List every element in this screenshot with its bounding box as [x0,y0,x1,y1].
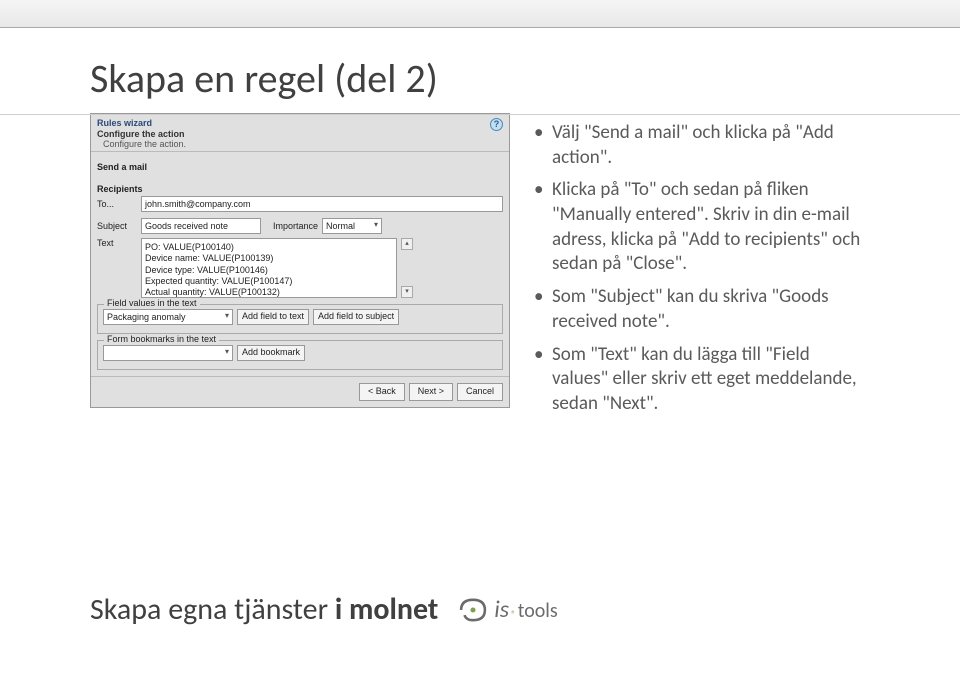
logo-mark-icon [456,596,490,624]
recipients-label: Recipients [97,184,503,194]
cancel-button[interactable]: Cancel [457,383,503,401]
help-icon[interactable]: ? [490,118,503,131]
subject-label: Subject [97,221,137,231]
bookmark-select[interactable] [103,345,233,361]
page-title: Skapa en regel (del 2) [90,54,870,103]
to-input[interactable]: john.smith@company.com [141,196,503,212]
back-button[interactable]: < Back [359,383,405,401]
list-item: Välj "Send a mail" och klicka på "Add ac… [534,121,870,170]
instruction-list: Välj "Send a mail" och klicka på "Add ac… [534,113,870,425]
form-bookmarks-legend: Form bookmarks in the text [104,334,219,344]
scroll-down-icon[interactable]: ▾ [401,286,413,298]
to-label[interactable]: To... [97,199,137,209]
importance-label: Importance [273,221,318,231]
field-value-select[interactable]: Packaging anomaly [103,309,233,325]
list-item: Som "Text" kan du lägga till "Field valu… [534,343,870,417]
wizard-subtitle-bold: Configure the action [97,129,186,139]
text-area[interactable]: PO: VALUE(P100140) Device name: VALUE(P1… [141,238,397,298]
field-values-legend: Field values in the text [104,298,200,308]
divider [0,114,960,115]
list-item: Klicka på "To" och sedan på fliken "Manu… [534,178,870,277]
wizard-title: Rules wizard [97,118,186,128]
send-mail-heading: Send a mail [97,162,503,172]
form-bookmarks-fieldset: Form bookmarks in the text Add bookmark [97,340,503,370]
window-toolbar [0,0,960,28]
importance-select[interactable]: Normal [322,218,382,234]
rules-wizard-panel: Rules wizard Configure the action Config… [90,113,510,408]
add-field-to-text-button[interactable]: Add field to text [237,309,309,325]
add-field-to-subject-button[interactable]: Add field to subject [313,309,399,325]
field-values-fieldset: Field values in the text Packaging anoma… [97,304,503,334]
logo-is-text: is [494,595,509,624]
istools-logo: is ® tools [456,595,557,624]
add-bookmark-button[interactable]: Add bookmark [237,345,305,361]
next-button[interactable]: Next > [409,383,453,401]
list-item: Som "Subject" kan du skriva "Goods recei… [534,285,870,334]
subject-input[interactable]: Goods received note [141,218,261,234]
wizard-subtitle: Configure the action. [103,139,186,149]
footer-tagline: Skapa egna tjänster i molnet [90,591,438,628]
logo-tools-text: tools [518,599,558,623]
scroll-up-icon[interactable]: ▴ [401,238,413,250]
registered-icon: ® [511,609,516,620]
text-label: Text [97,238,137,248]
